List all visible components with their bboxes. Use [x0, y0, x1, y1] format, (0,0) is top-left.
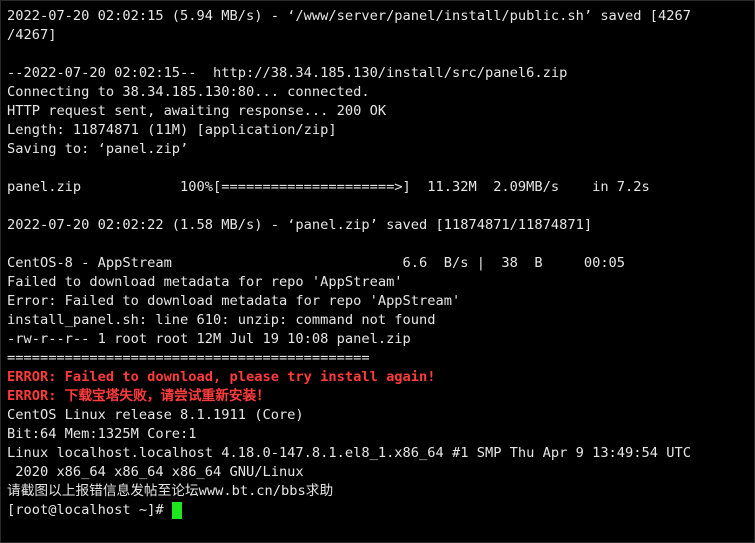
output-line: HTTP request sent, awaiting response... … [7, 103, 387, 119]
output-line: CentOS Linux release 8.1.1911 (Core) [7, 407, 304, 423]
output-line: Length: 11874871 (11M) [application/zip] [7, 122, 337, 138]
output-line: -rw-r--r-- 1 root root 12M Jul 19 10:08 … [7, 331, 411, 347]
output-line: Connecting to 38.34.185.130:80... connec… [7, 84, 370, 100]
output-line: install_panel.sh: line 610: unzip: comma… [7, 312, 436, 328]
output-line: CentOS-8 - AppStream 6.6 B/s | 38 B 00:0… [7, 255, 626, 271]
output-line: 2020 x86_64 x86_64 x86_64 GNU/Linux [7, 464, 304, 480]
output-line: Linux localhost.localhost 4.18.0-147.8.1… [7, 445, 691, 461]
separator-line: ========================================… [7, 350, 370, 366]
error-message-en: ERROR: Failed to download, please try in… [7, 369, 436, 385]
terminal-window[interactable]: 2022-07-20 02:02:15 (5.94 MB/s) - ‘/www/… [0, 0, 755, 543]
output-line: Saving to: ‘panel.zip’ [7, 141, 189, 157]
command-prompt[interactable]: [root@localhost ~]# [7, 501, 754, 520]
prompt-text: [root@localhost ~]# [7, 502, 164, 518]
error-message-zh: ERROR: 下载宝塔失败，请尝试重新安装！ [7, 388, 270, 404]
output-line: /4267] [7, 27, 57, 43]
output-line: --2022-07-20 02:02:15-- http://38.34.185… [7, 65, 568, 81]
cursor-block [171, 502, 182, 519]
output-line: Failed to download metadata for repo 'Ap… [7, 274, 403, 290]
output-line: Error: Failed to download metadata for r… [7, 293, 461, 309]
output-line: Bit:64 Mem:1325M Core:1 [7, 426, 197, 442]
output-line: 2022-07-20 02:02:15 (5.94 MB/s) - ‘/www/… [7, 8, 691, 24]
output-line: 2022-07-20 02:02:22 (1.58 MB/s) - ‘panel… [7, 217, 593, 233]
download-progress-line: panel.zip 100%[=====================>] 1… [7, 179, 650, 195]
help-message: 请截图以上报错信息发帖至论坛www.bt.cn/bbs求助 [7, 483, 334, 499]
